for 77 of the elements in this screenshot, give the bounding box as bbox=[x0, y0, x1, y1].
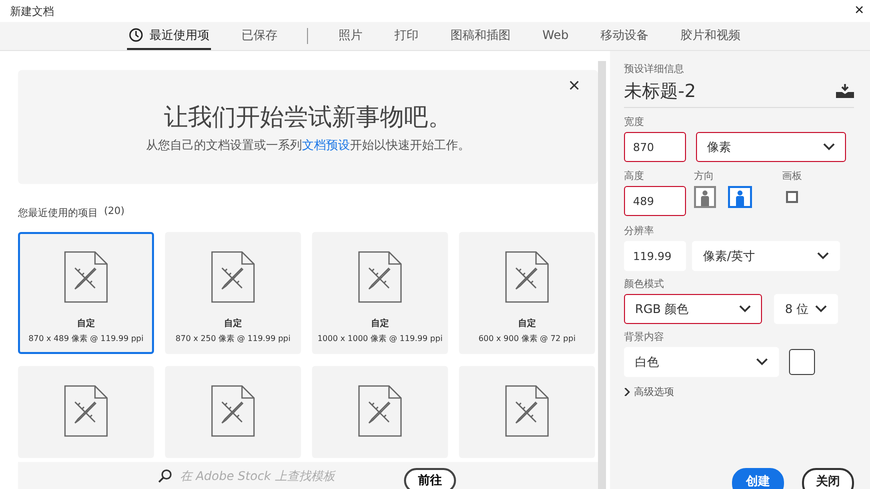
chevron-down-icon bbox=[739, 305, 751, 313]
document-ruler-pencil-icon bbox=[358, 385, 402, 437]
banner-text: 从您自己的文档设置或一系列文档预设开始以快速开始工作。 bbox=[146, 136, 470, 154]
search-icon bbox=[158, 469, 172, 483]
preset-details: 1000 x 1000 像素 @ 119.99 ppi bbox=[317, 333, 443, 344]
advanced-options-toggle[interactable]: 高级选项 bbox=[624, 385, 854, 399]
document-ruler-pencil-icon bbox=[64, 251, 108, 303]
chevron-down-icon bbox=[823, 143, 835, 151]
document-ruler-pencil-icon bbox=[505, 251, 549, 303]
preset-name: 自定 bbox=[371, 317, 389, 330]
tab[interactable]: Web bbox=[540, 22, 571, 50]
portrait-button[interactable] bbox=[694, 186, 716, 208]
field-label: 高度 bbox=[624, 170, 645, 183]
width-field[interactable]: 870 bbox=[624, 132, 686, 162]
search-field[interactable]: 在 Adobe Stock 上查找模板 bbox=[158, 468, 388, 484]
color-swatch[interactable] bbox=[789, 349, 815, 375]
document-ruler-pencil-icon bbox=[211, 251, 255, 303]
document-name[interactable]: 未标题-2 bbox=[624, 79, 696, 103]
tab[interactable]: 最近使用项 bbox=[127, 22, 212, 50]
tab[interactable]: 胶片和视频 bbox=[678, 22, 743, 50]
save-preset-icon[interactable] bbox=[836, 84, 854, 98]
tab[interactable]: 图稿和插图 bbox=[448, 22, 512, 50]
color-mode-dropdown[interactable]: RGB 颜色 bbox=[624, 294, 762, 324]
chevron-right-icon bbox=[624, 388, 630, 396]
field-label: 颜色模式 bbox=[624, 278, 665, 291]
preset-card[interactable] bbox=[312, 366, 448, 458]
close-button[interactable]: × bbox=[562, 74, 586, 99]
tab[interactable]: 移动设备 bbox=[598, 22, 651, 50]
preset-card[interactable] bbox=[165, 366, 301, 458]
preset-details: 870 x 250 像素 @ 119.99 ppi bbox=[176, 333, 290, 344]
go-button[interactable]: 前往 bbox=[404, 468, 456, 489]
field-label: 分辨率 bbox=[624, 224, 655, 238]
tab[interactable]: 照片 bbox=[336, 22, 364, 50]
preset-card[interactable]: 自定 870 x 250 像素 @ 119.99 ppi bbox=[165, 232, 301, 354]
section-label: 预设详细信息 bbox=[624, 62, 685, 76]
preset-card[interactable]: 自定 600 x 900 像素 @ 72 ppi bbox=[459, 232, 595, 354]
field-label: 画板 bbox=[782, 170, 802, 183]
preset-card[interactable] bbox=[459, 366, 595, 458]
document-ruler-pencil-icon bbox=[211, 385, 255, 437]
preset-card[interactable]: 自定 1000 x 1000 像素 @ 119.99 ppi bbox=[312, 232, 448, 354]
preset-name: 自定 bbox=[224, 317, 242, 330]
preset-name: 自定 bbox=[518, 317, 536, 330]
item-count: (20) bbox=[104, 206, 125, 219]
close-button[interactable]: 关闭 bbox=[802, 468, 854, 489]
bit-depth-dropdown[interactable]: 8 位 bbox=[774, 294, 838, 324]
presets-link[interactable]: 文档预设 bbox=[302, 138, 350, 152]
resolution-unit-dropdown[interactable]: 像素/英寸 bbox=[692, 241, 840, 271]
field-label: 背景内容 bbox=[624, 330, 665, 344]
preset-card[interactable]: 自定 870 x 489 像素 @ 119.99 ppi bbox=[18, 232, 154, 354]
close-button[interactable]: × bbox=[854, 2, 864, 20]
chevron-down-icon bbox=[817, 252, 829, 260]
preset-details: 600 x 900 像素 @ 72 ppi bbox=[478, 333, 576, 344]
person-icon bbox=[735, 190, 745, 206]
banner-heading: 让我们开始尝试新事物吧。 bbox=[164, 102, 452, 132]
preset-details: 870 x 489 像素 @ 119.99 ppi bbox=[28, 333, 144, 344]
person-icon bbox=[700, 190, 710, 206]
unit-dropdown[interactable]: 像素 bbox=[696, 132, 846, 162]
tab[interactable]: 打印 bbox=[392, 22, 420, 50]
tab[interactable]: 已保存 bbox=[239, 22, 280, 50]
background-dropdown[interactable]: 白色 bbox=[624, 347, 779, 377]
artboard-checkbox[interactable] bbox=[786, 191, 798, 203]
create-button[interactable]: 创建 bbox=[732, 468, 784, 489]
document-ruler-pencil-icon bbox=[505, 385, 549, 437]
field-label: 宽度 bbox=[624, 116, 645, 129]
section-heading: 您最近使用的项目 bbox=[18, 206, 98, 220]
window-title: 新建文档 bbox=[10, 4, 54, 18]
chevron-down-icon bbox=[756, 358, 768, 366]
document-ruler-pencil-icon bbox=[358, 251, 402, 303]
chevron-down-icon bbox=[815, 305, 827, 313]
height-field[interactable]: 489 bbox=[624, 186, 686, 216]
landscape-button[interactable] bbox=[728, 186, 752, 208]
document-ruler-pencil-icon bbox=[64, 385, 108, 437]
preset-card[interactable] bbox=[18, 366, 154, 458]
preset-name: 自定 bbox=[77, 317, 95, 330]
scrollbar[interactable] bbox=[598, 61, 606, 489]
resolution-field[interactable]: 119.99 bbox=[624, 241, 686, 271]
field-label: 方向 bbox=[694, 170, 715, 183]
